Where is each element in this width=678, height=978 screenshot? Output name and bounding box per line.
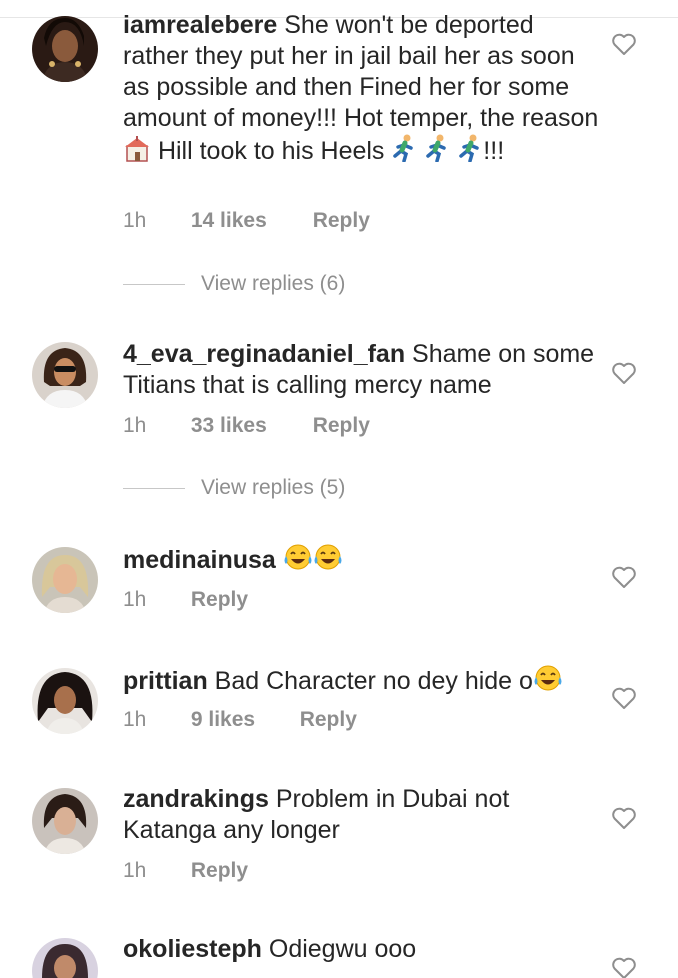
person-running-emoji-icon	[457, 134, 483, 170]
comment-meta: 1h Reply	[123, 588, 248, 612]
comment-body-cont: Hill took to his Heels	[157, 137, 385, 165]
avatar[interactable]	[32, 342, 98, 408]
comment-text: medinainusa	[123, 543, 601, 579]
comment-likes[interactable]: 33 likes	[191, 414, 307, 438]
comment-username[interactable]: medinainusa	[123, 546, 276, 574]
avatar[interactable]	[32, 668, 98, 734]
reply-button[interactable]: Reply	[191, 859, 248, 883]
comment-time: 1h	[123, 414, 147, 437]
comment-body: Odiegwu ooo	[268, 935, 417, 963]
comment-time: 1h	[123, 209, 147, 232]
comment-meta: 1h 33 likes Reply	[123, 414, 370, 438]
replies-divider	[123, 283, 185, 285]
face-with-tears-of-joy-emoji-icon	[283, 543, 313, 579]
like-button[interactable]	[611, 32, 637, 56]
heart-outline-icon	[612, 957, 636, 978]
comment-meta: 1h Reply	[123, 859, 248, 883]
comment-text: 4_eva_reginadaniel_fan Shame on some Tit…	[123, 339, 601, 401]
like-button[interactable]	[611, 686, 637, 710]
person-running-emoji-icon	[424, 134, 450, 170]
heart-outline-icon	[612, 362, 636, 384]
comment-text: prittian Bad Character no dey hide o	[123, 664, 601, 700]
comment-likes[interactable]: 9 likes	[191, 708, 294, 732]
avatar[interactable]	[32, 547, 98, 613]
reply-button[interactable]: Reply	[300, 708, 357, 732]
like-button[interactable]	[611, 361, 637, 385]
comment-time: 1h	[123, 588, 147, 611]
heart-outline-icon	[612, 687, 636, 709]
face-with-tears-of-joy-emoji-icon	[313, 543, 343, 579]
reply-button[interactable]: Reply	[313, 209, 370, 233]
comment-likes[interactable]: 14 likes	[191, 209, 307, 233]
view-replies-button[interactable]: View replies (6)	[123, 272, 345, 300]
comment-text: okoliesteph Odiegwu ooo	[123, 934, 601, 965]
comment-username[interactable]: zandrakings	[123, 785, 269, 813]
avatar[interactable]	[32, 938, 98, 978]
replies-divider	[123, 487, 185, 489]
comment-body: Bad Character no dey hide o	[214, 667, 533, 695]
comment-username[interactable]: iamrealebere	[123, 11, 277, 39]
comment-text: zandrakings Problem in Dubai not Katanga…	[123, 784, 601, 846]
comment-time: 1h	[123, 859, 147, 882]
comment-body-end: !!!	[483, 137, 505, 165]
comment-text: iamrealebere She won't be deported rathe…	[123, 10, 601, 170]
comment-username[interactable]: okoliesteph	[123, 935, 262, 963]
comment-meta: 1h 9 likes Reply	[123, 708, 357, 732]
reply-button[interactable]: Reply	[313, 414, 370, 438]
comment-username[interactable]: 4_eva_reginadaniel_fan	[123, 340, 405, 368]
comment-meta: 1h 14 likes Reply	[123, 209, 370, 233]
like-button[interactable]	[611, 565, 637, 589]
heart-outline-icon	[612, 807, 636, 829]
avatar[interactable]	[32, 788, 98, 854]
face-with-tears-of-joy-emoji-icon	[533, 664, 563, 700]
view-replies-label: View replies (5)	[201, 476, 346, 499]
view-replies-label: View replies (6)	[201, 272, 346, 295]
comment-time: 1h	[123, 708, 147, 731]
like-button[interactable]	[611, 956, 637, 978]
heart-outline-icon	[612, 566, 636, 588]
church-emoji-icon	[123, 136, 151, 170]
reply-button[interactable]: Reply	[191, 588, 248, 612]
avatar[interactable]	[32, 16, 98, 82]
like-button[interactable]	[611, 806, 637, 830]
comment-username[interactable]: prittian	[123, 667, 208, 695]
person-running-emoji-icon	[391, 134, 417, 170]
view-replies-button[interactable]: View replies (5)	[123, 476, 345, 504]
heart-outline-icon	[612, 33, 636, 55]
